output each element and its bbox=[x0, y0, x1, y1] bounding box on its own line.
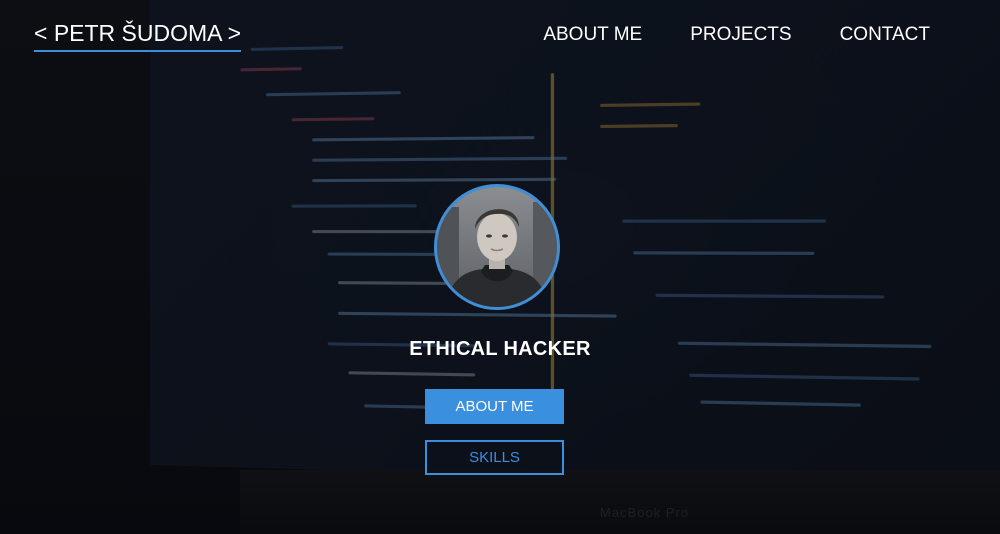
profile-avatar bbox=[434, 184, 560, 310]
nav-link-contact[interactable]: CONTACT bbox=[840, 24, 930, 46]
nav-link-about-me[interactable]: ABOUT ME bbox=[543, 24, 642, 46]
skills-button[interactable]: SKILLS bbox=[425, 440, 564, 475]
nav-link-projects[interactable]: PROJECTS bbox=[690, 24, 791, 46]
main-nav: ABOUT ME PROJECTS CONTACT bbox=[543, 24, 930, 46]
hero-title: ETHICAL HACKER bbox=[409, 338, 591, 360]
profile-photo bbox=[437, 187, 557, 307]
about-me-button[interactable]: ABOUT ME bbox=[425, 389, 564, 424]
logo-link[interactable]: < PETR ŠUDOMA > bbox=[34, 20, 242, 52]
